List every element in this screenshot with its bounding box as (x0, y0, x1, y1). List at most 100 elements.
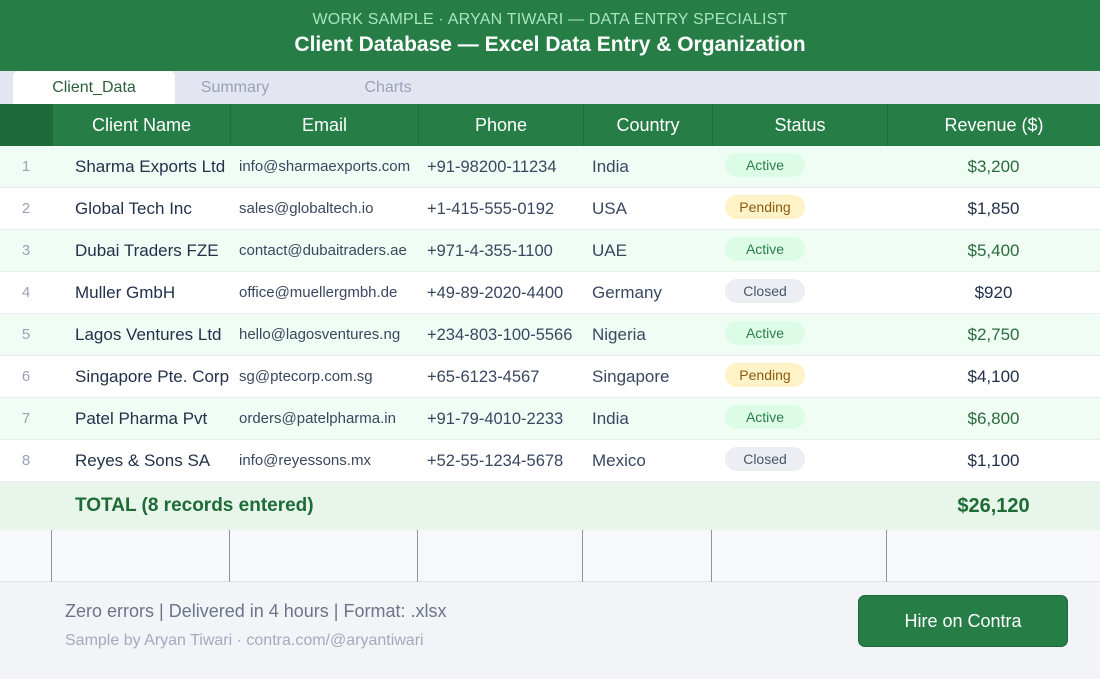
row-number: 6 (21, 368, 31, 385)
revenue-cell[interactable]: $6,800 (887, 398, 1100, 440)
column-header-status[interactable]: Status (712, 104, 887, 146)
column-header-revenue[interactable]: Revenue ($) (887, 104, 1100, 146)
row-number: 8 (21, 452, 31, 469)
country-cell[interactable]: Germany (592, 272, 708, 314)
email-cell[interactable]: hello@lagosventures.ng (239, 314, 425, 356)
sample-credit: Sample by Aryan Tiwari · contra.com/@ary… (65, 632, 424, 649)
email-cell[interactable]: orders@patelpharma.in (239, 398, 425, 440)
country-cell[interactable]: Mexico (592, 440, 708, 482)
total-row: TOTAL (8 records entered) $26,120 (0, 482, 1100, 530)
email-cell[interactable]: sales@globaltech.io (239, 188, 425, 230)
table-row[interactable]: 7 Patel Pharma Pvt orders@patelpharma.in +9… (0, 398, 1100, 440)
phone-cell[interactable]: +91-98200-11234 (427, 146, 585, 188)
status-cell[interactable]: Active (712, 398, 886, 440)
table-row[interactable]: 3 Dubai Traders FZE contact@dubaitraders.a… (0, 230, 1100, 272)
status-cell[interactable]: Closed (712, 272, 886, 314)
revenue-cell[interactable]: $1,100 (887, 440, 1100, 482)
status-badge: Closed (725, 447, 805, 471)
phone-cell[interactable]: +49-89-2020-4400 (427, 272, 585, 314)
column-header-client-name[interactable]: Client Name (52, 104, 230, 146)
row-number: 2 (21, 200, 31, 217)
column-divider (51, 530, 52, 582)
column-divider (886, 530, 887, 582)
sheet-tab-bar: Client_Data Summary Charts (0, 71, 1100, 104)
email-cell[interactable]: office@muellergmbh.de (239, 272, 425, 314)
column-divider (229, 530, 230, 582)
page-header: WORK SAMPLE · ARYAN TIWARI — DATA ENTRY … (0, 0, 1100, 71)
page-title: Client Database — Excel Data Entry & Org… (294, 33, 806, 56)
status-badge: Active (725, 321, 805, 345)
client-name-cell[interactable]: Singapore Pte. Corp (75, 356, 235, 398)
country-cell[interactable]: Nigeria (592, 314, 708, 356)
table-row[interactable]: 8 Reyes & Sons SA info@reyessons.mx +52-55-… (0, 440, 1100, 482)
total-value[interactable]: $26,120 (887, 482, 1100, 530)
column-divider (582, 530, 583, 582)
row-number: 3 (21, 242, 31, 259)
status-badge: Active (725, 405, 805, 429)
row-number: 5 (21, 326, 31, 343)
status-badge: Pending (725, 363, 805, 387)
column-divider (711, 530, 712, 582)
client-name-cell[interactable]: Patel Pharma Pvt (75, 398, 235, 440)
status-cell[interactable]: Pending (712, 356, 886, 398)
client-name-cell[interactable]: Reyes & Sons SA (75, 440, 235, 482)
tab-charts[interactable]: Charts (330, 71, 446, 104)
country-cell[interactable]: India (592, 146, 708, 188)
header-kicker: WORK SAMPLE · ARYAN TIWARI — DATA ENTRY … (312, 11, 788, 28)
column-divider (417, 530, 418, 582)
phone-cell[interactable]: +52-55-1234-5678 (427, 440, 585, 482)
table-row[interactable]: 5 Lagos Ventures Ltd hello@lagosventures.n… (0, 314, 1100, 356)
page-footer: Zero errors | Delivered in 4 hours | For… (0, 582, 1100, 679)
revenue-cell[interactable]: $4,100 (887, 356, 1100, 398)
phone-cell[interactable]: +234-803-100-5566 (427, 314, 585, 356)
client-name-cell[interactable]: Dubai Traders FZE (75, 230, 235, 272)
status-cell[interactable]: Pending (712, 188, 886, 230)
tab-summary[interactable]: Summary (175, 71, 295, 104)
country-cell[interactable]: Singapore (592, 356, 708, 398)
client-name-cell[interactable]: Global Tech Inc (75, 188, 235, 230)
table-row[interactable]: 1 Sharma Exports Ltd info@sharmaexports.co… (0, 146, 1100, 188)
column-header-email[interactable]: Email (230, 104, 418, 146)
table-row[interactable]: 6 Singapore Pte. Corp sg@ptecorp.com.sg +65… (0, 356, 1100, 398)
revenue-cell[interactable]: $2,750 (887, 314, 1100, 356)
email-cell[interactable]: contact@dubaitraders.ae (239, 230, 425, 272)
country-cell[interactable]: USA (592, 188, 708, 230)
status-cell[interactable]: Closed (712, 440, 886, 482)
status-badge: Closed (725, 279, 805, 303)
status-cell[interactable]: Active (712, 230, 886, 272)
country-cell[interactable]: India (592, 398, 708, 440)
status-badge: Pending (725, 195, 805, 219)
table-header-row: Client Name Email Phone Country Status R… (0, 104, 1100, 146)
country-cell[interactable]: UAE (592, 230, 708, 272)
row-number: 1 (21, 158, 31, 175)
tab-client-data[interactable]: Client_Data (13, 71, 175, 104)
phone-cell[interactable]: +1-415-555-0192 (427, 188, 585, 230)
column-header-country[interactable]: Country (583, 104, 712, 146)
email-cell[interactable]: info@reyessons.mx (239, 440, 425, 482)
revenue-cell[interactable]: $3,200 (887, 146, 1100, 188)
revenue-cell[interactable]: $1,850 (887, 188, 1100, 230)
email-cell[interactable]: info@sharmaexports.com (239, 146, 425, 188)
phone-cell[interactable]: +971-4-355-1100 (427, 230, 585, 272)
client-name-cell[interactable]: Lagos Ventures Ltd (75, 314, 235, 356)
row-number: 4 (21, 284, 31, 301)
column-header-phone[interactable]: Phone (418, 104, 583, 146)
email-cell[interactable]: sg@ptecorp.com.sg (239, 356, 425, 398)
empty-row[interactable] (0, 530, 1100, 582)
delivery-summary: Zero errors | Delivered in 4 hours | For… (65, 601, 447, 621)
total-label: TOTAL (8 records entered) (75, 495, 314, 516)
phone-cell[interactable]: +91-79-4010-2233 (427, 398, 585, 440)
table-row[interactable]: 2 Global Tech Inc sales@globaltech.io +1-41… (0, 188, 1100, 230)
client-name-cell[interactable]: Muller GmbH (75, 272, 235, 314)
row-number-header[interactable] (0, 104, 52, 146)
phone-cell[interactable]: +65-6123-4567 (427, 356, 585, 398)
status-cell[interactable]: Active (712, 314, 886, 356)
client-name-cell[interactable]: Sharma Exports Ltd (75, 146, 235, 188)
status-badge: Active (725, 237, 805, 261)
revenue-cell[interactable]: $5,400 (887, 230, 1100, 272)
row-number: 7 (21, 410, 31, 427)
status-cell[interactable]: Active (712, 146, 886, 188)
hire-on-contra-button[interactable]: Hire on Contra (858, 595, 1068, 647)
revenue-cell[interactable]: $920 (887, 272, 1100, 314)
table-row[interactable]: 4 Muller GmbH office@muellergmbh.de +49-89-… (0, 272, 1100, 314)
